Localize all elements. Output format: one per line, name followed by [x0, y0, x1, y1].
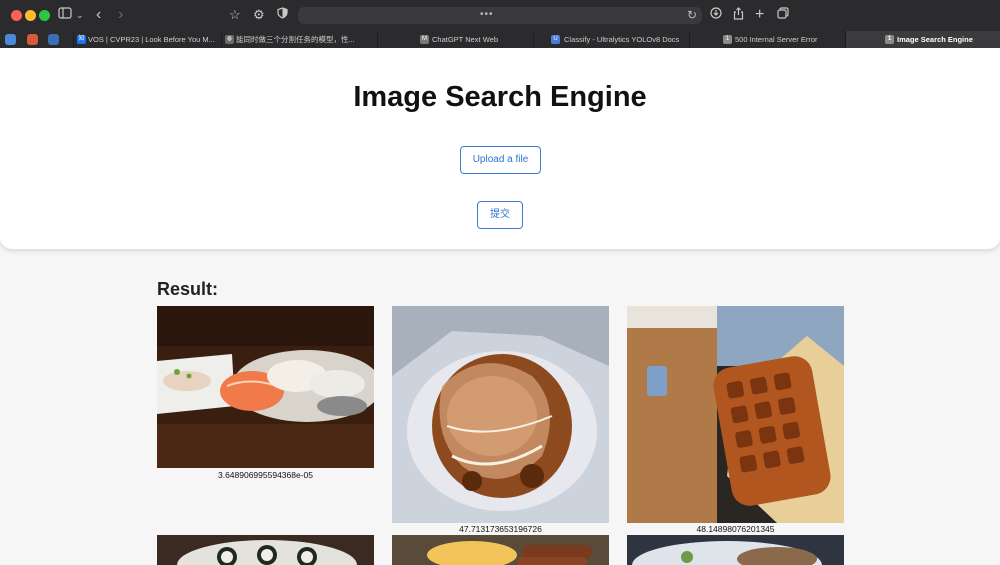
browser-chrome: ⌄ ‹ › ☆ ⚙ ••• ↻ + 知 VOS | CVPR23 | Look … [0, 0, 1000, 48]
result-card: 47.713173653196726 [392, 306, 609, 536]
ultralytics-icon: U [551, 35, 560, 44]
tab-label: VOS | CVPR23 | Look Before You M... [88, 35, 215, 44]
tab-label: 500 Internal Server Error [735, 35, 818, 44]
result-card [392, 535, 609, 565]
upload-file-button[interactable]: Upload a file [460, 146, 541, 174]
takoyaki-image[interactable] [392, 306, 609, 523]
result-score: 47.713173653196726 [459, 524, 542, 534]
zhihu-icon: 知 [77, 35, 86, 44]
result-card [627, 535, 844, 565]
close-window-button[interactable] [11, 10, 22, 21]
minimize-window-button[interactable] [25, 10, 36, 21]
result-score: 3.648906995594368e-05 [217, 470, 313, 480]
localhost-icon: 1 [723, 35, 732, 44]
tab-image-search-engine[interactable]: 1 Image Search Engine [845, 31, 1000, 48]
sashimi-plate-image[interactable] [157, 306, 374, 468]
tab-vos-cvpr23[interactable]: 知 VOS | CVPR23 | Look Before You M... [73, 31, 221, 48]
tab-label: Classify - Ultralytics YOLOv8 Docs [564, 35, 680, 44]
result-score: 48.14898076201345 [696, 524, 775, 534]
tabs-overview-icon[interactable] [777, 7, 789, 23]
tab-label: Image Search Engine [897, 35, 973, 44]
page-title: Image Search Engine [353, 81, 647, 113]
tab-500-error[interactable]: 1 500 Internal Server Error [689, 31, 845, 48]
chatgpt-next-web-icon: M [420, 35, 429, 44]
plus-icon[interactable]: + [755, 7, 764, 23]
result-card [157, 535, 374, 565]
pinned-tab-2[interactable] [27, 34, 38, 45]
tab-segmentation-model[interactable]: ◍ 能同时做三个分割任务的模型，性... [221, 31, 377, 48]
share-icon[interactable] [733, 7, 744, 24]
star-icon[interactable]: ☆ [229, 7, 241, 23]
sausages-fries-image[interactable] [392, 535, 609, 565]
address-bar[interactable]: ••• ↻ [298, 7, 702, 24]
forward-icon[interactable]: › [118, 7, 123, 23]
chevron-down-icon[interactable]: ⌄ [76, 7, 84, 23]
result-heading: Result: [157, 279, 219, 299]
shield-icon[interactable] [277, 7, 288, 23]
reload-icon[interactable]: ↻ [687, 8, 697, 22]
sushi-rolls-image[interactable] [157, 535, 374, 565]
submit-button[interactable]: 提交 [477, 201, 523, 229]
gear-icon[interactable]: ⚙ [253, 7, 265, 23]
waffle-coffee-image[interactable] [627, 306, 844, 523]
tab-chatgpt-next-web[interactable]: M ChatGPT Next Web [377, 31, 533, 48]
back-icon[interactable]: ‹ [96, 7, 101, 23]
tab-label: 能同时做三个分割任务的模型，性... [236, 35, 355, 44]
browser-toolbar: ⌄ ‹ › ☆ ⚙ ••• ↻ + [0, 0, 1000, 31]
sidebar-icon[interactable] [58, 7, 72, 23]
localhost-icon: 1 [885, 35, 894, 44]
result-card: 3.648906995594368e-05 [157, 306, 374, 481]
pinned-tab-1[interactable] [5, 34, 16, 45]
tab-ultralytics-classify[interactable]: U Classify - Ultralytics YOLOv8 Docs [533, 31, 689, 48]
tab-label: ChatGPT Next Web [432, 35, 498, 44]
pinned-tab-3[interactable] [48, 34, 59, 45]
plated-dish-image[interactable] [627, 535, 844, 565]
site-icon: ◍ [225, 35, 234, 44]
search-form-card: Image Search Engine Upload a file 提交 [0, 48, 1000, 249]
zoom-window-button[interactable] [39, 10, 50, 21]
result-card: 48.14898076201345 [627, 306, 844, 536]
tab-bar: 知 VOS | CVPR23 | Look Before You M... ◍ … [0, 31, 1000, 48]
download-icon[interactable] [710, 7, 722, 23]
address-loading-dots: ••• [480, 9, 494, 20]
